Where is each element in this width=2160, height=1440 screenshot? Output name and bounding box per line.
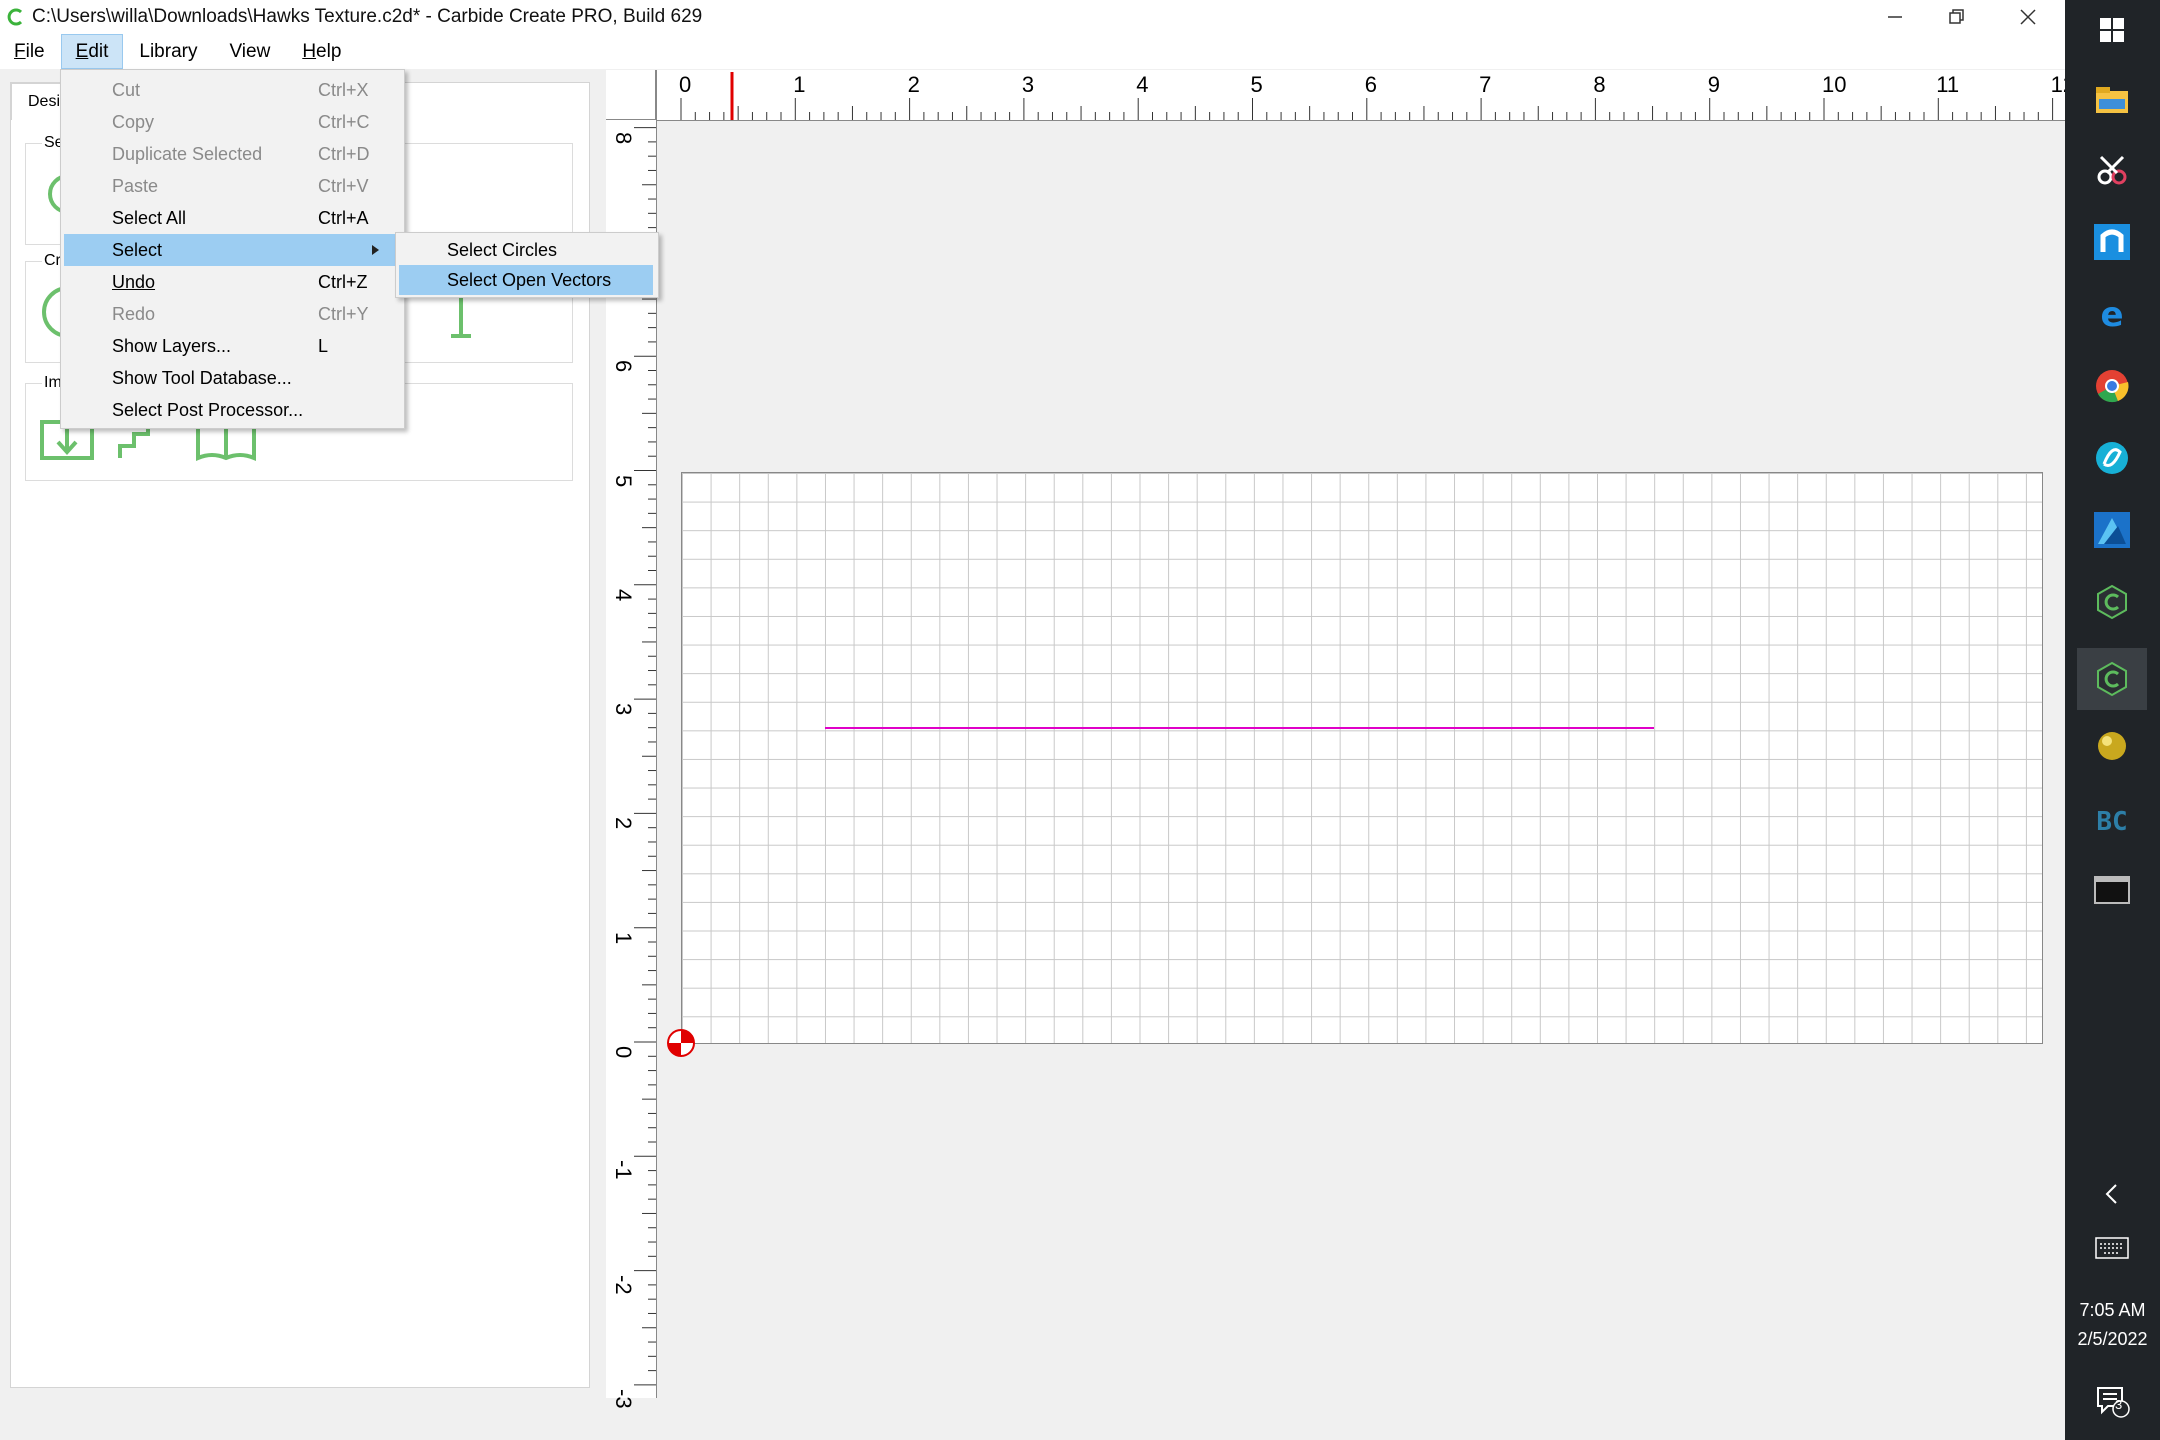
ruler-label: 2	[611, 817, 636, 830]
ruler-label: 4	[1136, 72, 1149, 97]
notification-count: 3	[2115, 1397, 2123, 1412]
carbide-create-active-icon	[2097, 661, 2127, 697]
ruler-label: 1	[611, 931, 636, 944]
menu-item-undo[interactable]: Undo Ctrl+Z	[64, 266, 399, 298]
window-title: C:\Users\willa\Downloads\Hawks Texture.c…	[32, 6, 703, 27]
title-bar: C:\Users\willa\Downloads\Hawks Texture.c…	[0, 0, 2065, 34]
ruler-label: 9	[1707, 72, 1720, 97]
menu-view[interactable]: View	[213, 35, 286, 68]
taskbar-affinity-designer[interactable]	[2090, 508, 2134, 552]
stock-area[interactable]	[681, 472, 2043, 1044]
ruler-label: 0	[611, 1046, 636, 1059]
taskbar-app-n[interactable]	[2090, 220, 2134, 264]
taskbar-carbide-create-active[interactable]	[2077, 648, 2147, 710]
menu-edit[interactable]: Edit	[60, 34, 124, 69]
submenu-arrow-icon	[372, 245, 379, 255]
carbide-create-icon	[2097, 584, 2127, 620]
terminal-icon	[2094, 876, 2130, 904]
minimize-button[interactable]	[1860, 0, 1930, 34]
close-icon	[2020, 9, 2036, 25]
windows-start-icon	[2100, 18, 2124, 42]
restore-icon	[1949, 9, 1964, 24]
chevron-left-icon	[2105, 1184, 2117, 1204]
select-submenu: Select Circles Select Open Vectors	[395, 232, 659, 298]
ruler-label: 3	[611, 703, 636, 716]
ruler-label: 8	[611, 131, 636, 144]
svg-text:e: e	[2100, 296, 2123, 332]
minimize-icon	[1888, 16, 1902, 18]
ruler-label: 6	[611, 360, 636, 373]
keyboard-icon	[2095, 1237, 2129, 1259]
ruler-label: 2	[907, 72, 920, 97]
chrome-icon	[2096, 370, 2129, 403]
action-center-button[interactable]: 3	[2090, 1378, 2134, 1422]
affinity-designer-icon	[2094, 512, 2130, 548]
clock-time[interactable]: 7:05 AM	[2065, 1300, 2160, 1321]
taskbar-chrome[interactable]	[2090, 364, 2134, 408]
ruler-label: -2	[611, 1274, 636, 1295]
taskbar-app-swirl[interactable]	[2090, 436, 2134, 480]
origin-marker-icon	[667, 1029, 695, 1057]
menu-library[interactable]: Library	[123, 35, 213, 68]
taskbar-app-gold-ball[interactable]	[2090, 724, 2134, 768]
menu-help[interactable]: Help	[286, 35, 357, 68]
ruler-corner	[606, 70, 656, 120]
ruler-label: 4	[611, 588, 636, 602]
app-n-icon	[2094, 224, 2130, 260]
ruler-label: 5	[1250, 72, 1263, 97]
ruler-label: 6	[1364, 72, 1378, 97]
notifications-icon	[2097, 1387, 2130, 1418]
taskbar-file-explorer[interactable]	[2090, 78, 2134, 122]
taskbar-carbide-create[interactable]	[2090, 580, 2134, 624]
menu-bar: File Edit Library View Help	[0, 34, 2065, 69]
edge-icon: e	[2100, 296, 2123, 332]
taskbar-app-bc[interactable]: BC	[2090, 796, 2134, 840]
app-gold-ball-icon	[2098, 732, 2126, 760]
menu-item-select-all[interactable]: Select All Ctrl+A	[64, 202, 399, 234]
menu-item-redo[interactable]: Redo Ctrl+Y	[64, 298, 399, 330]
open-vector-line[interactable]	[825, 727, 1654, 729]
app-bc-icon: BC	[2096, 807, 2127, 836]
menu-item-select-open-vectors[interactable]: Select Open Vectors	[399, 265, 653, 295]
ruler-label: 3	[1021, 72, 1035, 97]
close-button[interactable]	[1993, 0, 2063, 34]
menu-item-select[interactable]: Select	[64, 234, 399, 266]
app-swirl-icon	[2096, 442, 2128, 474]
menu-file[interactable]: File	[0, 35, 61, 68]
menu-item-duplicate-selected[interactable]: Duplicate Selected Ctrl+D	[64, 138, 399, 170]
carbide-create-app-icon	[7, 8, 23, 26]
windows-start-button[interactable]	[2090, 8, 2134, 52]
ruler-label: 11	[1936, 72, 1960, 97]
menu-item-show-tool-database[interactable]: Show Tool Database...	[64, 362, 399, 394]
show-hidden-icons-button[interactable]	[2090, 1172, 2134, 1216]
ruler-label: -1	[611, 1160, 636, 1180]
ruler-label: 0	[679, 72, 692, 97]
ruler-label: 10	[1822, 72, 1847, 97]
menu-item-cut[interactable]: Cut Ctrl+X	[64, 74, 399, 106]
ruler-label: -3	[611, 1388, 636, 1409]
horizontal-ruler: 0 1 2 3 4 5 6 7 8 9 10 11 12	[656, 70, 2075, 121]
taskbar-terminal[interactable]	[2090, 868, 2134, 912]
menu-item-show-layers[interactable]: Show Layers... L	[64, 330, 399, 362]
menu-item-select-post-processor[interactable]: Select Post Processor...	[64, 394, 399, 426]
file-explorer-icon	[2096, 87, 2128, 113]
menu-item-select-circles[interactable]: Select Circles	[399, 235, 653, 265]
windows-taskbar: e BC 7:05 AM 2/5/2022 3	[2065, 0, 2160, 1440]
touch-keyboard-button[interactable]	[2090, 1226, 2134, 1270]
menu-item-copy[interactable]: Copy Ctrl+C	[64, 106, 399, 138]
ruler-label: 1	[793, 72, 806, 97]
ruler-label: 7	[1479, 72, 1492, 97]
restore-button[interactable]	[1922, 0, 1992, 34]
ruler-label: 5	[611, 474, 636, 487]
menu-item-paste[interactable]: Paste Ctrl+V	[64, 170, 399, 202]
snipping-tool-icon	[2097, 155, 2127, 185]
ruler-label: 8	[1593, 72, 1606, 97]
taskbar-edge[interactable]: e	[2090, 292, 2134, 336]
taskbar-snipping-tool[interactable]	[2090, 148, 2134, 192]
clock-date[interactable]: 2/5/2022	[2065, 1329, 2160, 1350]
edit-menu: Cut Ctrl+X Copy Ctrl+C Duplicate Selected C…	[60, 69, 405, 429]
svg-text:BC: BC	[2096, 807, 2127, 836]
